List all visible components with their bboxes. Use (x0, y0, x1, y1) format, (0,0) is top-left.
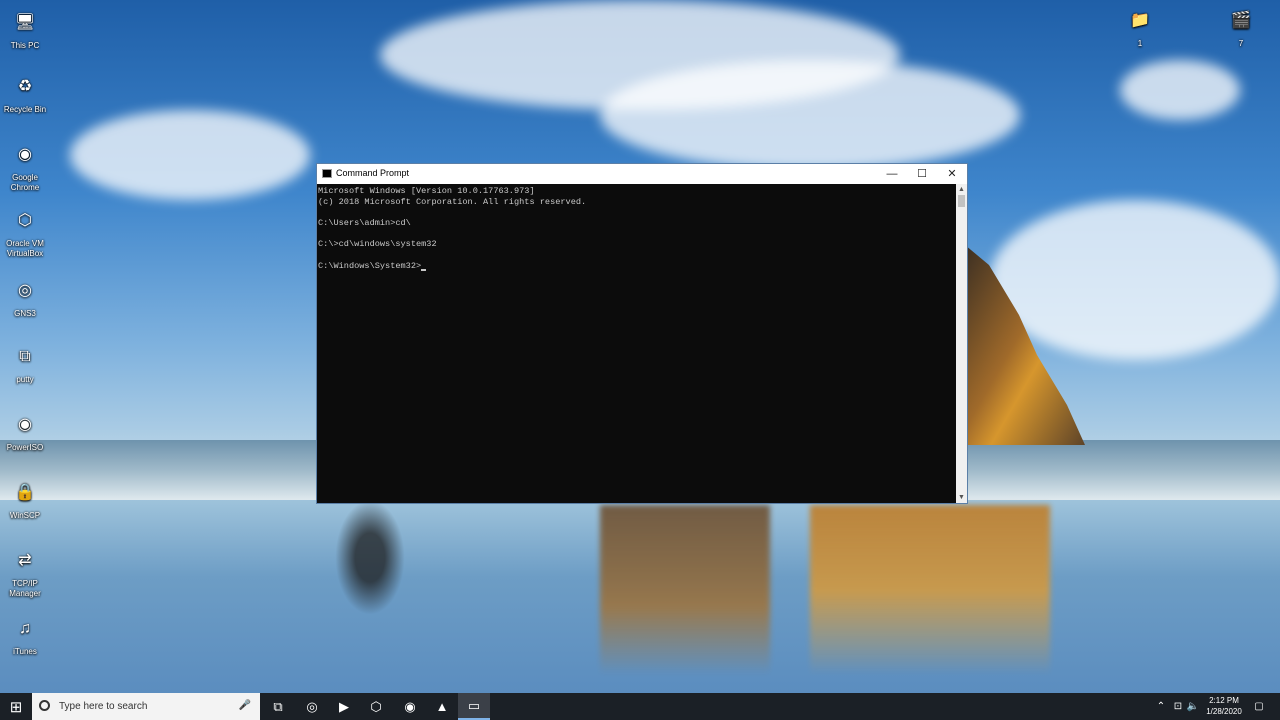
gns3-icon: ◎ (18, 282, 32, 299)
this-pc-icon: 🖥 (14, 14, 36, 31)
windows-logo-icon: ⊞ (9, 698, 23, 716)
desktop-icon-winscp[interactable]: 🔒 WinSCP (0, 478, 50, 521)
console-line: (c) 2018 Microsoft Corporation. All righ… (318, 196, 587, 207)
text-cursor (421, 268, 427, 271)
desktop-icon-label: 7 (1238, 39, 1244, 48)
show-hidden-icons-chevron-icon[interactable]: ⌃ (1154, 693, 1168, 720)
window-title: Command Prompt (336, 168, 410, 178)
scroll-down-arrow-icon[interactable]: ▼ (956, 492, 967, 503)
desktop-icon-video-7[interactable]: 🎬 7 (1216, 6, 1266, 49)
search-icon (39, 700, 50, 711)
desktop-icon-recycle-bin[interactable]: ♻ Recycle Bin (0, 72, 50, 115)
console-line: C:\Users\admin>cd\ (318, 218, 411, 229)
oracle-vm-virtualbox-icon: ⬡ (18, 212, 32, 229)
desktop-icon-putty[interactable]: ⧉ putty (0, 342, 50, 385)
desktop-icon-label: WinSCP (9, 511, 41, 520)
cloud (1120, 60, 1240, 120)
maximize-button[interactable]: ☐ (907, 164, 937, 184)
desktop-icon-label: Oracle VM VirtualBox (6, 239, 44, 258)
search-placeholder: Type here to search (59, 701, 148, 712)
rock-reflection (810, 505, 1050, 675)
app-command-prompt-icon: ▭ (467, 697, 481, 713)
desktop-icon-gns3[interactable]: ◎ GNS3 (0, 276, 50, 319)
desktop-icon-this-pc[interactable]: 🖥 This PC (0, 8, 50, 51)
desktop-icon-label: Google Chrome (10, 173, 40, 192)
desktop-icon-google-chrome[interactable]: ◉ Google Chrome (0, 140, 50, 193)
taskbar-app-virtualbox[interactable]: ⬡ (360, 693, 392, 720)
rock-reflection (600, 505, 770, 675)
desktop-icon-itunes[interactable]: ♫ iTunes (0, 614, 50, 657)
scrollbar-thumb[interactable] (958, 195, 965, 207)
action-center-notifications-icon[interactable]: ▢ (1250, 693, 1268, 720)
desktop-icon-folder-1[interactable]: 📁 1 (1115, 6, 1165, 49)
window-titlebar[interactable]: Command Prompt — ☐ ✕ (317, 164, 967, 184)
cmd-window-icon (322, 169, 332, 178)
itunes-icon: ♫ (19, 620, 31, 637)
taskbar-app-chrome[interactable]: ◉ (394, 693, 426, 720)
putty-icon: ⧉ (19, 348, 31, 365)
desktop-icon-tcpip-manager[interactable]: ⇄ TCP/IP Manager (0, 546, 50, 599)
folder-icon: 📁 (1130, 12, 1150, 29)
desktop-icon-poweriso[interactable]: ◉ PowerISO (0, 410, 50, 453)
cloud (600, 60, 1020, 170)
console-prompt-line[interactable]: C:\Windows\System32> (318, 261, 956, 272)
command-prompt-window[interactable]: Command Prompt — ☐ ✕ Microsoft Windows [… (316, 163, 968, 504)
desktop-icon-label: This PC (10, 41, 40, 50)
desktop-icon-label: TCP/IP Manager (9, 579, 41, 598)
console-prompt: C:\Windows\System32> (318, 260, 422, 271)
app-vlc-icon: ▲ (435, 699, 449, 714)
app-gns3-icon: ◎ (306, 698, 318, 714)
taskbar-task-view[interactable]: ⧉ (262, 693, 294, 720)
microphone-icon[interactable]: 🎤 (239, 700, 251, 711)
clock[interactable]: 2:12 PM 1/28/2020 (1198, 695, 1250, 717)
minimize-button[interactable]: — (877, 164, 907, 184)
desktop-icon-label: putty (16, 375, 34, 384)
cloud (990, 200, 1280, 360)
taskbar-app-vlc[interactable]: ▲ (426, 693, 458, 720)
search-box[interactable]: Type here to search 🎤 (32, 693, 260, 720)
taskbar-app-powershell[interactable]: ▶ (328, 693, 360, 720)
poweriso-icon: ◉ (18, 416, 32, 433)
google-chrome-icon: ◉ (18, 146, 32, 163)
desktop-icon-label: GNS3 (14, 309, 36, 318)
clock-date: 1/28/2020 (1206, 707, 1242, 716)
app-chrome-icon: ◉ (404, 698, 416, 714)
start-button[interactable]: ⊞ (0, 693, 32, 720)
clock-time: 2:12 PM (1209, 696, 1239, 705)
taskbar-app-command-prompt[interactable]: ▭ (458, 693, 490, 720)
app-powershell-icon: ▶ (339, 698, 349, 714)
console-line: C:\>cd\windows\system32 (318, 239, 437, 250)
vertical-scrollbar[interactable]: ▲ ▼ (956, 184, 967, 503)
scroll-up-arrow-icon[interactable]: ▲ (956, 184, 967, 195)
video-file-icon: 🎬 (1231, 12, 1251, 29)
network-icon[interactable]: ⊡ (1170, 693, 1186, 720)
winscp-icon: 🔒 (15, 484, 35, 501)
desktop-icon-label: Recycle Bin (3, 105, 47, 114)
taskbar-app-gns3[interactable]: ◎ (296, 693, 328, 720)
person-silhouette (335, 500, 405, 615)
tcpip-manager-icon: ⇄ (18, 552, 32, 569)
taskbar: ⊞ Type here to search 🎤 ⧉ ◎ ▶ ⬡ ◉ ▲ ▭ ⌃ ⊡ 🔈 2:… (0, 693, 1280, 720)
cloud (70, 110, 310, 200)
desktop-icon-label: iTunes (13, 647, 37, 656)
desktop-icon-label: PowerISO (6, 443, 44, 452)
app-virtualbox-icon: ⬡ (370, 698, 382, 714)
console-line: Microsoft Windows [Version 10.0.17763.97… (318, 186, 535, 196)
console-output[interactable]: Microsoft Windows [Version 10.0.17763.97… (317, 184, 956, 503)
recycle-bin-icon: ♻ (17, 78, 33, 95)
desktop-icon-oracle-vm-virtualbox[interactable]: ⬡ Oracle VM VirtualBox (0, 206, 50, 259)
task-view-icon: ⧉ (273, 698, 283, 714)
desktop-icon-label: 1 (1137, 39, 1143, 48)
close-button[interactable]: ✕ (937, 164, 967, 184)
